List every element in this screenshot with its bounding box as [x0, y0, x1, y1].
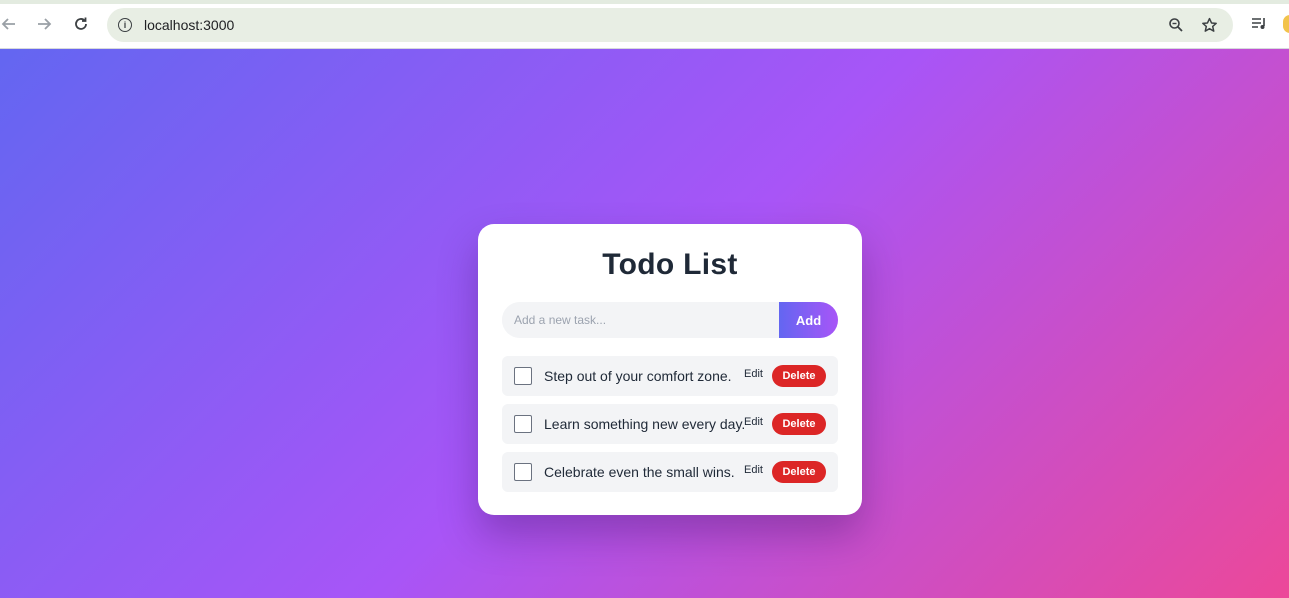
reload-icon[interactable] — [68, 11, 94, 37]
edit-button[interactable]: Edit — [744, 416, 763, 428]
page-title: Todo List — [602, 248, 738, 281]
add-task-button[interactable]: Add — [779, 302, 838, 338]
todo-item: Learn something new every day. Edit Dele… — [502, 404, 838, 444]
delete-button[interactable]: Delete — [772, 413, 826, 435]
delete-button[interactable]: Delete — [772, 365, 826, 387]
browser-toolbar: i localhost:3000 — [0, 0, 1289, 49]
todo-card: Todo List Add Step out of your comfort z… — [478, 224, 862, 515]
delete-button[interactable]: Delete — [772, 461, 826, 483]
todo-checkbox[interactable] — [514, 367, 532, 385]
info-icon[interactable]: i — [118, 18, 132, 32]
todo-text: Step out of your comfort zone. — [544, 368, 732, 384]
todo-checkbox[interactable] — [514, 415, 532, 433]
zoom-out-icon[interactable] — [1167, 16, 1185, 34]
todo-checkbox[interactable] — [514, 463, 532, 481]
new-task-input[interactable] — [502, 302, 779, 338]
profile-avatar[interactable] — [1283, 15, 1289, 33]
url-text[interactable]: localhost:3000 — [144, 17, 234, 33]
arrow-right-icon[interactable] — [31, 11, 57, 37]
page-background: Todo List Add Step out of your comfort z… — [0, 49, 1289, 598]
add-task-form: Add — [502, 302, 838, 338]
arrow-left-icon[interactable] — [0, 11, 22, 37]
tab-strip — [0, 0, 1289, 4]
todo-item: Step out of your comfort zone. Edit Dele… — [502, 356, 838, 396]
edit-button[interactable]: Edit — [744, 368, 763, 380]
star-icon[interactable] — [1200, 16, 1218, 34]
media-playlist-icon[interactable] — [1250, 15, 1268, 33]
todo-item: Celebrate even the small wins. Edit Dele… — [502, 452, 838, 492]
todo-list: Step out of your comfort zone. Edit Dele… — [502, 356, 838, 500]
todo-text: Celebrate even the small wins. — [544, 464, 735, 480]
edit-button[interactable]: Edit — [744, 464, 763, 476]
address-bar[interactable]: i localhost:3000 — [107, 8, 1233, 42]
todo-text: Learn something new every day. — [544, 416, 746, 432]
